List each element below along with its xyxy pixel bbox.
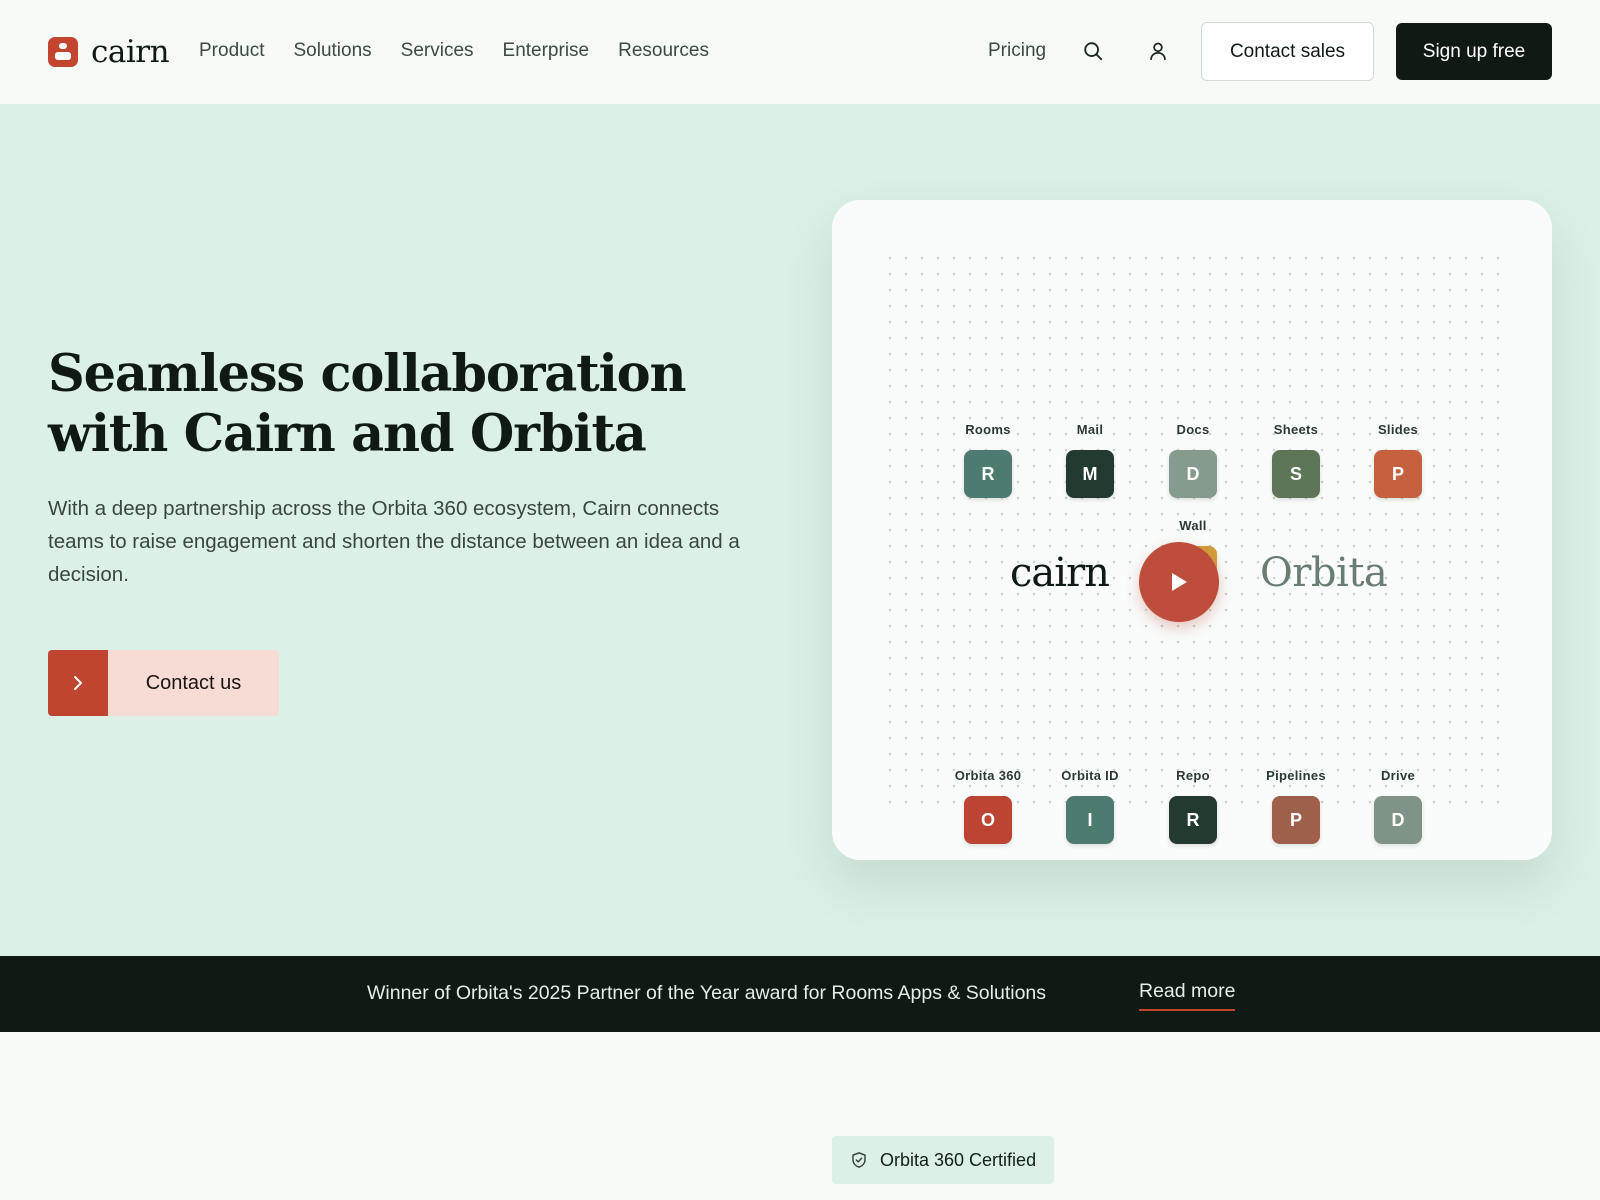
app-label: Pipelines [1266,768,1326,783]
play-icon [1172,573,1187,591]
app-label: Rooms [965,422,1011,437]
nav-item-enterprise[interactable]: Enterprise [503,40,590,62]
sign-up-button[interactable]: Sign up free [1396,23,1552,80]
logo-text: cairn [91,33,170,70]
hero-section: Seamless collaboration with Cairn and Or… [0,104,1600,956]
contact-us-button[interactable]: Contact us [48,650,279,716]
certified-badge: Orbita 360 Certified [832,1136,1055,1184]
shield-check-icon [852,1152,866,1168]
account-button[interactable] [1145,38,1171,64]
hero-title: Seamless collaboration with Cairn and Or… [48,344,688,464]
search-button[interactable] [1080,38,1106,64]
nav-item-solutions[interactable]: Solutions [293,40,371,62]
app-pipelines[interactable]: Pipelines P [1241,768,1351,844]
rooms-icon: R [964,450,1012,498]
user-icon [1150,42,1166,61]
sheets-icon: S [1272,450,1320,498]
hero-title-line-2: with Cairn and Orbita [48,404,647,464]
app-label: Wall [1179,518,1207,533]
pipelines-icon: P [1272,796,1320,844]
mail-icon: M [1066,450,1114,498]
contact-us-label: Contact us [108,650,279,716]
app-sheets[interactable]: Sheets S [1241,422,1351,498]
drive-icon: D [1374,796,1422,844]
app-slides[interactable]: Slides P [1343,422,1453,498]
logo[interactable]: cairn [48,33,170,70]
app-label: Drive [1380,768,1416,783]
app-repo[interactable]: Repo R [1138,768,1248,844]
repo-icon: R [1169,796,1217,844]
app-label: Orbita 360 [954,768,1022,783]
orbita-id-icon: I [1066,796,1114,844]
app-label: Orbita ID [1061,768,1119,783]
integration-card: Rooms R Mail M Docs D Sheets S Slides P … [832,200,1552,860]
app-label: Repo [1176,768,1210,783]
nav-item-product[interactable]: Product [199,40,264,62]
orbita-360-icon: O [964,796,1012,844]
contact-sales-button[interactable]: Contact sales [1201,22,1374,81]
award-text: Winner of Orbita's 2025 Partner of the Y… [367,982,1047,1004]
app-rooms[interactable]: Rooms R [933,422,1043,498]
cairn-logo-icon [48,37,78,67]
app-label: Mail [1076,422,1104,437]
app-label: Docs [1176,422,1210,437]
app-orbita-id[interactable]: Orbita ID I [1035,768,1145,844]
search-icon [1084,42,1103,61]
docs-icon: D [1169,450,1217,498]
app-orbita-360[interactable]: Orbita 360 O [933,768,1043,844]
chevron-right-icon [74,676,82,690]
hero-description: With a deep partnership across the Orbit… [48,497,740,586]
app-label: Sheets [1273,422,1319,437]
main-nav: Product Solutions Services Enterprise Re… [199,40,709,62]
cta-icon-box [48,650,108,716]
award-banner: Winner of Orbita's 2025 Partner of the Y… [0,956,1600,1032]
site-header: cairn Product Solutions Services Enterpr… [0,0,1600,104]
app-label: Slides [1377,422,1419,437]
nav-item-pricing[interactable]: Pricing [988,40,1046,62]
certified-badge-label: Orbita 360 Certified [880,1149,1037,1170]
hero-title-line-1: Seamless collaboration [48,344,687,404]
app-drive[interactable]: Drive D [1343,768,1453,844]
read-more-link[interactable]: Read more [1139,980,1236,1011]
nav-item-services[interactable]: Services [401,40,474,62]
orbita-wordmark: Orbita [1260,550,1388,596]
play-video-button[interactable] [1139,542,1219,622]
app-mail[interactable]: Mail M [1035,422,1145,498]
nav-item-resources[interactable]: Resources [618,40,709,62]
app-docs[interactable]: Docs D [1138,422,1248,498]
slides-icon: P [1374,450,1422,498]
cairn-wordmark: cairn [1010,550,1110,596]
